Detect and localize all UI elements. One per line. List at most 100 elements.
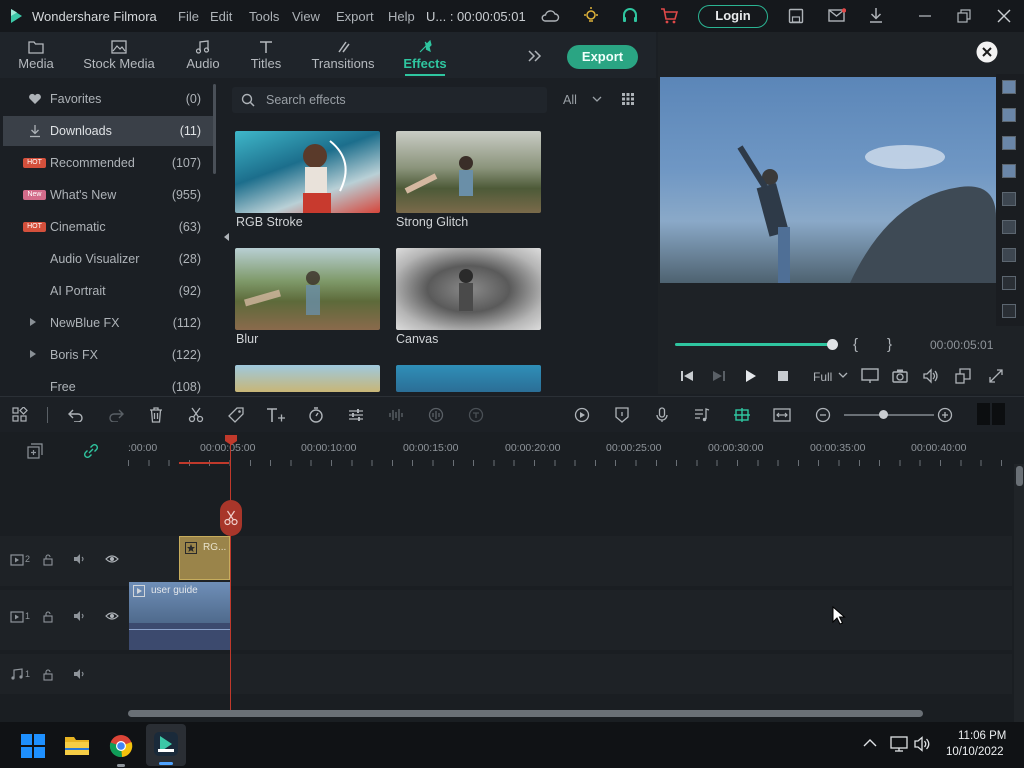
play-icon[interactable] xyxy=(744,369,758,383)
lock-icon[interactable] xyxy=(42,611,54,623)
effect-thumbnail-blur[interactable] xyxy=(235,248,380,330)
chevron-down-icon[interactable] xyxy=(592,96,602,103)
tab-media[interactable]: Media xyxy=(10,32,62,78)
audio-waveform-button[interactable] xyxy=(386,405,406,425)
minimize-icon[interactable] xyxy=(917,8,933,24)
zoom-slider[interactable] xyxy=(844,410,934,419)
tab-stock-media[interactable]: Stock Media xyxy=(82,32,156,78)
filmora-taskbar-button[interactable] xyxy=(146,724,186,766)
save-icon[interactable] xyxy=(788,8,804,24)
export-button[interactable]: Export xyxy=(567,45,638,69)
expand-arrow-icon[interactable] xyxy=(30,318,36,326)
previous-frame-icon[interactable] xyxy=(680,369,694,383)
undo-button[interactable] xyxy=(66,405,86,425)
speaker-volume-icon[interactable] xyxy=(914,736,932,752)
panel-toggle[interactable] xyxy=(992,403,1005,425)
sidebar-item-favorites[interactable]: Favorites (0) xyxy=(0,84,212,114)
sidebar-item-audio-visualizer[interactable]: Audio Visualizer (28) xyxy=(0,244,212,274)
effect-thumbnail-rgb-stroke[interactable] xyxy=(235,131,380,213)
add-text-button[interactable] xyxy=(266,405,286,425)
close-preview-icon[interactable] xyxy=(976,41,998,63)
render-button[interactable] xyxy=(572,405,592,425)
filter-select[interactable]: All xyxy=(563,93,577,107)
cloud-icon[interactable] xyxy=(540,8,560,24)
sidebar-item-cinematic[interactable]: HOT Cinematic (63) xyxy=(0,212,212,242)
menu-edit[interactable]: Edit xyxy=(210,9,232,24)
link-icon[interactable] xyxy=(83,443,99,459)
progress-handle[interactable] xyxy=(827,339,838,350)
redo-button[interactable] xyxy=(106,405,126,425)
sidebar-item-ai-portrait[interactable]: AI Portrait (92) xyxy=(0,276,212,306)
collapse-sidebar-icon[interactable] xyxy=(222,232,230,242)
display-icon[interactable] xyxy=(861,368,879,384)
menu-file[interactable]: File xyxy=(178,9,199,24)
effect-clip[interactable]: RG... xyxy=(179,536,230,580)
time-ruler[interactable]: :00:00 00:00:05:00 00:00:10:00 00:00:15:… xyxy=(128,432,1012,468)
audio-list-button[interactable] xyxy=(692,405,712,425)
sidebar-item-newblue-fx[interactable]: NewBlue FX (112) xyxy=(0,308,212,338)
color-swatch[interactable] xyxy=(1002,108,1016,122)
menu-export[interactable]: Export xyxy=(336,9,374,24)
video-clip[interactable]: user guide xyxy=(129,582,230,650)
menu-help[interactable]: Help xyxy=(388,9,415,24)
search-bar[interactable]: Search effects xyxy=(232,87,547,113)
speech-to-text-button[interactable] xyxy=(466,405,486,425)
speaker-icon[interactable] xyxy=(73,668,87,680)
sidebar-scrollbar[interactable] xyxy=(213,84,216,174)
tab-transitions[interactable]: Transitions xyxy=(310,32,376,78)
cart-icon[interactable] xyxy=(660,7,678,25)
layout-button[interactable] xyxy=(10,405,30,425)
effect-thumbnail-strong-glitch[interactable] xyxy=(396,131,541,213)
network-icon[interactable] xyxy=(890,736,908,752)
lock-icon[interactable] xyxy=(42,669,54,681)
headset-icon[interactable] xyxy=(621,7,639,25)
expand-arrow-icon[interactable] xyxy=(30,350,36,358)
chevron-down-icon[interactable] xyxy=(838,372,848,379)
sidebar-item-whats-new[interactable]: New What's New (955) xyxy=(0,180,212,210)
audio-mix-button[interactable] xyxy=(426,405,446,425)
zoom-in-button[interactable] xyxy=(935,405,955,425)
eye-icon[interactable] xyxy=(105,611,119,621)
tab-titles[interactable]: Titles xyxy=(246,32,286,78)
marker-button[interactable] xyxy=(612,405,632,425)
tag-button[interactable] xyxy=(226,405,246,425)
chrome-icon[interactable] xyxy=(109,734,133,758)
eye-icon[interactable] xyxy=(105,554,119,564)
effect-thumbnail-partial[interactable] xyxy=(235,365,380,392)
split-button[interactable] xyxy=(220,500,242,536)
sidebar-item-downloads[interactable]: Downloads (11) xyxy=(3,116,213,146)
tab-audio[interactable]: Audio xyxy=(182,32,224,78)
playback-progress-bar[interactable] xyxy=(675,339,838,350)
sidebar-item-boris-fx[interactable]: Boris FX (122) xyxy=(0,340,212,370)
stop-icon[interactable] xyxy=(777,370,789,382)
color-swatch[interactable] xyxy=(1002,192,1016,206)
clock-time[interactable]: 11:06 PM xyxy=(958,730,1006,742)
lock-icon[interactable] xyxy=(42,554,54,566)
adjust-button[interactable] xyxy=(346,405,366,425)
playhead-handle[interactable] xyxy=(224,434,238,446)
add-track-icon[interactable] xyxy=(27,443,43,459)
tray-chevron-up-icon[interactable] xyxy=(863,738,877,748)
color-swatch[interactable] xyxy=(1002,304,1016,318)
zoom-slider-handle[interactable] xyxy=(879,410,888,419)
tab-effects[interactable]: Effects xyxy=(400,32,450,78)
menu-tools[interactable]: Tools xyxy=(249,9,279,24)
color-swatch[interactable] xyxy=(1002,276,1016,290)
mark-out-button[interactable]: } xyxy=(887,336,892,353)
mark-in-button[interactable]: { xyxy=(853,336,858,353)
color-swatch[interactable] xyxy=(1002,164,1016,178)
sidebar-item-recommended[interactable]: HOT Recommended (107) xyxy=(0,148,212,178)
scrollbar-thumb[interactable] xyxy=(1016,466,1023,486)
fit-timeline-button[interactable] xyxy=(772,405,792,425)
delete-button[interactable] xyxy=(146,405,166,425)
grid-view-icon[interactable] xyxy=(621,92,635,106)
speed-button[interactable] xyxy=(306,405,326,425)
volume-icon[interactable] xyxy=(923,368,939,384)
color-swatch[interactable] xyxy=(1002,248,1016,262)
mail-icon[interactable] xyxy=(828,8,846,24)
preview-video[interactable] xyxy=(660,77,996,283)
camera-icon[interactable] xyxy=(892,368,908,384)
snap-button[interactable] xyxy=(732,405,752,425)
speaker-icon[interactable] xyxy=(73,553,87,565)
playhead-line[interactable] xyxy=(230,436,231,714)
